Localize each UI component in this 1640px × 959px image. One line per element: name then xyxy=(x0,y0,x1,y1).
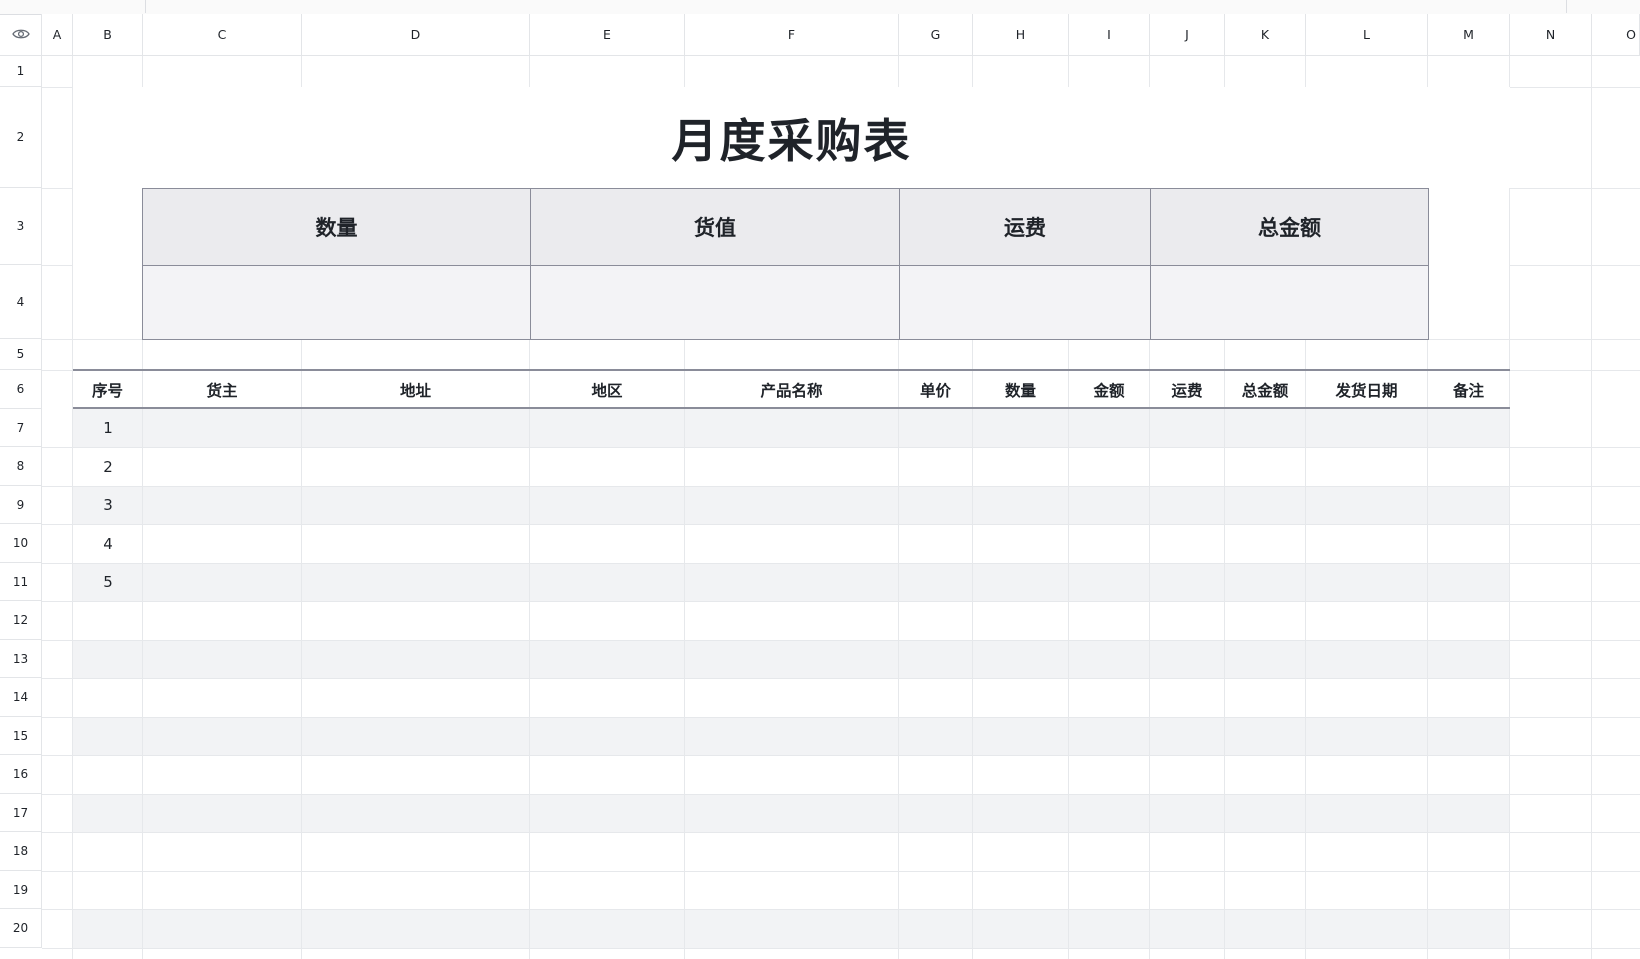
table-header-ship-date[interactable]: 发货日期 xyxy=(1306,370,1427,409)
table-header-owner[interactable]: 货主 xyxy=(143,370,301,409)
summary-value-freight[interactable] xyxy=(899,265,1151,340)
seq-cell[interactable]: 4 xyxy=(73,524,143,563)
grid-line xyxy=(42,794,1640,795)
column-header-o[interactable]: O xyxy=(1592,14,1640,56)
banded-row xyxy=(73,909,1510,948)
sheet-title[interactable]: 月度采购表 xyxy=(73,87,1510,188)
row-header-3[interactable]: 3 xyxy=(0,188,42,265)
row-header-19[interactable]: 19 xyxy=(0,871,42,909)
summary-header-freight[interactable]: 运费 xyxy=(899,188,1151,266)
spreadsheet[interactable]: A B C D E F G H I J K L M N O 1 2 3 4 5 … xyxy=(0,0,1640,959)
banded-row xyxy=(73,409,1510,447)
table-header-region[interactable]: 地区 xyxy=(530,370,684,409)
grid-line xyxy=(1509,56,1510,959)
row-header-2[interactable]: 2 xyxy=(0,87,42,188)
column-header-l[interactable]: L xyxy=(1306,14,1428,56)
empty-cell[interactable] xyxy=(73,188,143,339)
empty-cell[interactable] xyxy=(1427,188,1509,339)
column-header-a[interactable]: A xyxy=(42,14,73,56)
column-header-e[interactable]: E xyxy=(530,14,685,56)
formula-bar-divider xyxy=(1566,0,1567,13)
summary-value-goods-value[interactable] xyxy=(530,265,900,340)
grid-line xyxy=(42,948,1640,949)
summary-value-quantity[interactable] xyxy=(142,265,531,340)
table-header-bottom-border xyxy=(73,407,1510,409)
table-header-remarks[interactable]: 备注 xyxy=(1428,370,1509,409)
table-header-product[interactable]: 产品名称 xyxy=(685,370,898,409)
row-header-4[interactable]: 4 xyxy=(0,265,42,339)
row-header-16[interactable]: 16 xyxy=(0,755,42,794)
grid-line xyxy=(1591,56,1592,959)
grid-line xyxy=(42,447,1640,448)
grid-line xyxy=(42,640,1640,641)
banded-row xyxy=(73,717,1510,755)
row-header-15[interactable]: 15 xyxy=(0,717,42,755)
table-header-address[interactable]: 地址 xyxy=(302,370,529,409)
grid-line xyxy=(42,601,1640,602)
column-header-n[interactable]: N xyxy=(1510,14,1592,56)
row-header-18[interactable]: 18 xyxy=(0,832,42,871)
row-header-13[interactable]: 13 xyxy=(0,640,42,678)
table-header-quantity[interactable]: 数量 xyxy=(973,370,1068,409)
row-header-12[interactable]: 12 xyxy=(0,601,42,640)
banded-row xyxy=(73,640,1510,678)
formula-bar-divider xyxy=(145,0,146,13)
summary-header-quantity[interactable]: 数量 xyxy=(142,188,531,266)
grid-line xyxy=(42,486,1640,487)
table-header-freight[interactable]: 运费 xyxy=(1150,370,1224,409)
row-header-6[interactable]: 6 xyxy=(0,370,42,409)
select-all-corner[interactable] xyxy=(0,14,42,56)
grid-line xyxy=(42,563,1640,564)
row-header-9[interactable]: 9 xyxy=(0,486,42,524)
seq-cell[interactable]: 3 xyxy=(73,486,143,524)
table-header-top-border xyxy=(73,369,1510,371)
row-header-8[interactable]: 8 xyxy=(0,447,42,486)
seq-cell[interactable]: 5 xyxy=(73,563,143,601)
row-header-11[interactable]: 11 xyxy=(0,563,42,601)
column-header-g[interactable]: G xyxy=(899,14,973,56)
column-header-j[interactable]: J xyxy=(1150,14,1225,56)
grid-line xyxy=(42,832,1640,833)
grid-line xyxy=(42,524,1640,525)
table-header-amount[interactable]: 金额 xyxy=(1069,370,1149,409)
row-header-1[interactable]: 1 xyxy=(0,56,42,87)
grid-line xyxy=(42,871,1640,872)
column-header-d[interactable]: D xyxy=(302,14,530,56)
formula-bar[interactable] xyxy=(0,0,1640,15)
summary-header-total[interactable]: 总金额 xyxy=(1150,188,1429,266)
column-header-h[interactable]: H xyxy=(973,14,1069,56)
table-header-total[interactable]: 总金额 xyxy=(1225,370,1305,409)
seq-cell[interactable]: 2 xyxy=(73,447,143,486)
row-header-17[interactable]: 17 xyxy=(0,794,42,832)
column-header-c[interactable]: C xyxy=(143,14,302,56)
row-header-14[interactable]: 14 xyxy=(0,678,42,717)
banded-row xyxy=(73,563,1510,601)
banded-row xyxy=(73,486,1510,524)
banded-row xyxy=(73,794,1510,832)
column-header-i[interactable]: I xyxy=(1069,14,1150,56)
row-header-10[interactable]: 10 xyxy=(0,524,42,563)
row-header-7[interactable]: 7 xyxy=(0,409,42,447)
seq-cell[interactable]: 1 xyxy=(73,409,143,447)
grid-line xyxy=(42,909,1640,910)
grid-line xyxy=(42,678,1640,679)
summary-value-total[interactable] xyxy=(1150,265,1429,340)
column-header-m[interactable]: M xyxy=(1428,14,1510,56)
row-header-20[interactable]: 20 xyxy=(0,909,42,948)
grid-line xyxy=(42,755,1640,756)
row-header-5[interactable]: 5 xyxy=(0,339,42,370)
column-header-b[interactable]: B xyxy=(73,14,143,56)
grid-line xyxy=(42,717,1640,718)
eye-icon[interactable] xyxy=(11,25,30,44)
column-header-k[interactable]: K xyxy=(1225,14,1306,56)
column-header-f[interactable]: F xyxy=(685,14,899,56)
table-header-unit-price[interactable]: 单价 xyxy=(899,370,972,409)
summary-header-goods-value[interactable]: 货值 xyxy=(530,188,900,266)
table-header-seq[interactable]: 序号 xyxy=(73,370,142,409)
